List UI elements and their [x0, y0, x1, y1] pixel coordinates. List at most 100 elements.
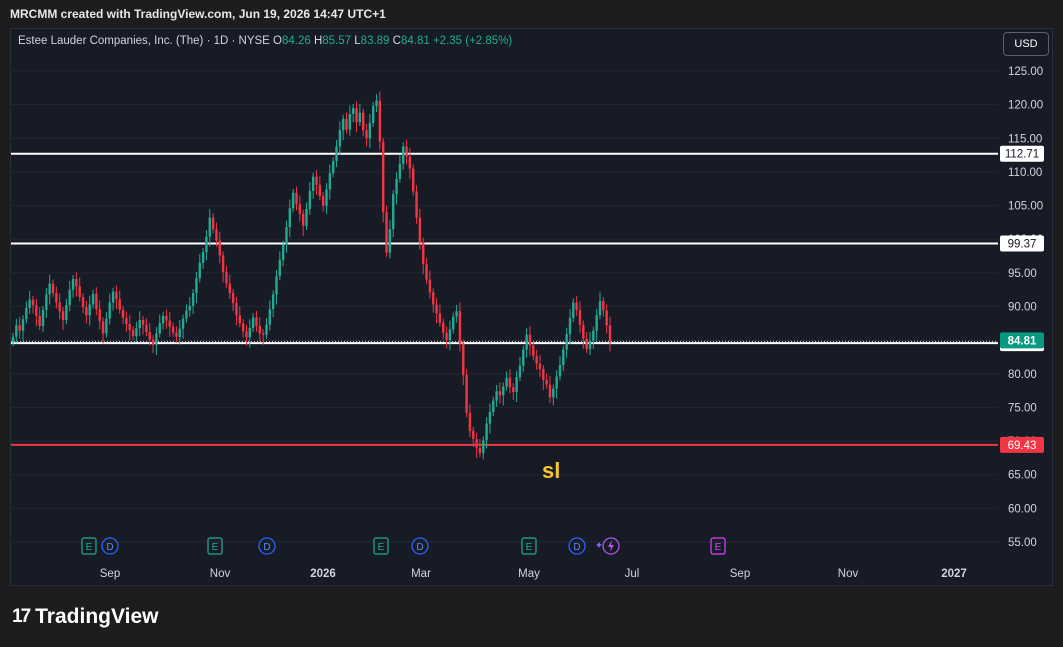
candle-body — [135, 328, 138, 337]
sparkle-icon — [596, 542, 602, 548]
candle-body — [422, 241, 425, 265]
candle-body — [28, 299, 31, 308]
candle-body — [271, 294, 275, 310]
candle-body — [51, 283, 55, 294]
candle-body — [358, 112, 362, 123]
candle-body — [175, 332, 178, 337]
candle-body — [168, 320, 171, 327]
candle-body — [455, 311, 458, 317]
candle-body — [305, 208, 308, 226]
candle-body — [248, 328, 251, 338]
candle-body — [465, 375, 468, 413]
candle-body — [35, 305, 38, 316]
candle-body — [345, 118, 348, 130]
candle-body — [472, 430, 475, 440]
candle-body — [91, 293, 95, 305]
candle-body — [11, 336, 15, 343]
candle-body — [351, 108, 355, 115]
y-tick-label: 115.00 — [1008, 133, 1042, 145]
candlestick-chart[interactable]: 125.00120.00115.00110.00105.00100.0095.0… — [0, 0, 1063, 647]
candle-body — [111, 291, 115, 303]
earnings-marker-label: E — [86, 542, 93, 553]
candle-body — [165, 315, 168, 321]
candle-body — [315, 176, 318, 185]
candle-body — [608, 325, 612, 342]
candle-body — [328, 173, 332, 190]
candle-body — [128, 323, 131, 331]
candle-body — [385, 212, 388, 253]
candle-body — [75, 278, 78, 287]
candle-body — [215, 229, 218, 241]
last-price-label-text: 84.81 — [1008, 335, 1037, 347]
y-tick-label: 65.00 — [1008, 470, 1037, 482]
candle-body — [428, 279, 432, 293]
candle-body — [462, 343, 465, 376]
candle-body — [265, 324, 268, 335]
x-tick-label: May — [518, 568, 540, 580]
candle-body — [415, 191, 418, 218]
candle-body — [311, 176, 315, 191]
candle-body — [98, 309, 101, 322]
close-label: C — [392, 35, 401, 47]
y-tick-label: 110.00 — [1008, 167, 1042, 179]
price-label-text: 99.37 — [1008, 238, 1037, 250]
candle-body — [448, 329, 452, 341]
candle-body — [495, 391, 498, 401]
candle-body — [318, 184, 322, 197]
candle-body — [231, 293, 235, 304]
candle-body — [155, 333, 158, 345]
candle-body — [68, 289, 71, 306]
candle-body — [395, 178, 398, 195]
grid — [11, 70, 998, 543]
candle-body — [595, 315, 598, 331]
candle-body — [502, 386, 505, 396]
y-tick-label: 60.00 — [1008, 503, 1037, 515]
candle-body — [291, 192, 295, 209]
candle-body — [211, 217, 215, 230]
earnings-marker-label: E — [212, 542, 219, 553]
candle-body — [61, 311, 65, 320]
candle-body — [258, 326, 262, 334]
candle-body — [118, 299, 121, 310]
y-tick-label: 125.00 — [1008, 66, 1043, 78]
candle-body — [145, 324, 148, 333]
candle-body — [218, 240, 221, 256]
candle-body — [585, 338, 588, 349]
candle-body — [398, 163, 402, 179]
x-tick-label: Nov — [210, 568, 231, 580]
candle-body — [131, 330, 135, 337]
candle-body — [475, 439, 478, 448]
candle-body — [141, 319, 145, 325]
candle-body — [151, 339, 155, 345]
candle-body — [405, 146, 408, 157]
candle-body — [191, 293, 195, 306]
x-tick-label: Sep — [100, 568, 120, 580]
candle-body — [482, 440, 485, 454]
x-tick-label: Nov — [838, 568, 859, 580]
candle-body — [255, 317, 258, 327]
candles — [11, 91, 612, 460]
candle-body — [221, 255, 225, 273]
candle-body — [251, 317, 255, 329]
candle-body — [331, 161, 335, 174]
candle-body — [15, 325, 18, 337]
candle-body — [558, 365, 562, 377]
candle-body — [161, 315, 165, 324]
candle-body — [375, 100, 378, 106]
open-value: 84.26 — [281, 35, 311, 47]
candle-body — [201, 251, 205, 263]
currency-button[interactable]: USD — [1003, 32, 1049, 56]
candle-body — [31, 299, 35, 306]
candle-body — [101, 321, 105, 334]
candle-body — [468, 412, 472, 431]
candle-body — [548, 384, 552, 398]
change-value: +2.35 (+2.85%) — [432, 35, 513, 47]
candle-body — [552, 388, 555, 398]
candle-body — [542, 369, 545, 380]
y-axis: 125.00120.00115.00110.00105.00100.0095.0… — [1008, 66, 1043, 549]
candle-body — [478, 447, 482, 454]
candle-body — [158, 323, 161, 334]
x-axis: Sep Nov 2026 Mar May Jul Sep Nov 2027 — [100, 568, 967, 580]
candle-body — [58, 302, 61, 312]
candle-body — [435, 304, 438, 314]
